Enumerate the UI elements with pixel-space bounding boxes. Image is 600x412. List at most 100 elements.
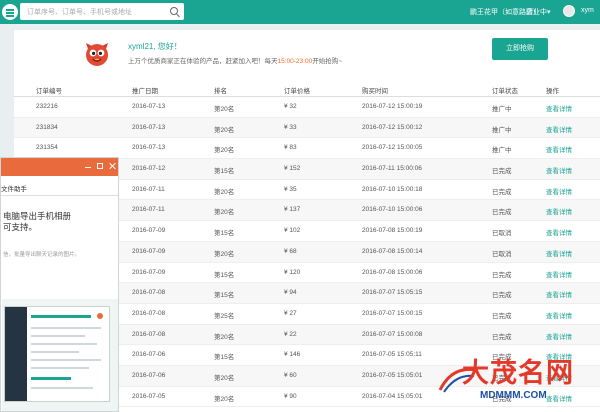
view-details-link[interactable]: 查看详情 (546, 289, 572, 299)
window-title: 文件助手 (1, 186, 27, 193)
menu-icon[interactable] (2, 4, 18, 20)
table-cell: 推广中 (492, 147, 512, 155)
table-cell: 2016-07-12 15:00:12 (362, 123, 423, 131)
table-cell: 2016-07-07 15:00:15 (362, 309, 423, 317)
table-cell: 231354 (36, 144, 58, 152)
table-cell: ¥ 60 (284, 371, 297, 379)
table-cell: 推广中 (492, 106, 512, 113)
table-cell: ¥ 146 (284, 351, 301, 359)
chevron-down-icon: ▾ (547, 9, 551, 16)
table-cell: 2016-07-08 (132, 289, 166, 297)
close-icon[interactable] (109, 163, 115, 169)
table-cell: 2016-07-08 15:00:19 (362, 227, 423, 235)
table-cell: 2016-07-13 (132, 103, 166, 110)
table-row: 231834 2016-07-13 第20名 ¥ 33 2016-07-12 15:00… (14, 117, 600, 139)
table-cell: 第20名 (214, 250, 235, 258)
column-header: 购买时间 (362, 88, 388, 95)
table-cell: 第20名 (214, 333, 235, 341)
table-header: 订单编号 推广日期 排名 订单价格 购买时间 订单状态 操作 (14, 82, 600, 97)
search-input[interactable]: 订单序号、订单号、手机号或地址 (20, 3, 184, 20)
view-details-link[interactable]: 查看详情 (546, 165, 572, 175)
table-cell: 2016-07-09 (132, 227, 166, 235)
table-cell: 第20名 (214, 374, 235, 382)
status-dropdown[interactable]: 营业中▾ (526, 7, 551, 17)
column-header: 操作 (546, 88, 559, 95)
table-cell: 2016-07-08 (132, 309, 166, 317)
table-cell: 2016-07-08 15:00:06 (362, 268, 423, 276)
table-cell: 推广中 (492, 126, 512, 134)
table-cell: 已完成 (492, 271, 512, 279)
table-cell: ¥ 35 (284, 185, 297, 193)
table-cell: 已完成 (492, 333, 512, 341)
watermark-url: MDMMM.COM (480, 390, 547, 401)
table-cell: 2016-07-07 15:05:15 (362, 289, 423, 297)
view-details-link[interactable]: 查看详情 (546, 227, 572, 237)
table-cell: 已完成 (492, 168, 512, 176)
table-cell: 2016-07-08 (132, 330, 166, 338)
table-row: 232216 2016-07-13 第20名 ¥ 32 2016-07-12 15:00… (14, 97, 600, 118)
view-details-link[interactable]: 查看详情 (546, 124, 572, 134)
avatar[interactable] (563, 5, 575, 17)
table-cell: ¥ 32 (284, 103, 297, 110)
window-titlebar[interactable] (1, 158, 118, 176)
table-cell: 已取消 (492, 250, 512, 258)
file-assistant-window[interactable]: 文件助手 电脑导出手机相册 可支持。 信，批量导出聊天记录的图片。 (0, 157, 119, 412)
view-details-link[interactable]: 查看详情 (546, 144, 572, 154)
table-cell: ¥ 120 (284, 268, 301, 276)
table-cell: 2016-07-11 (132, 206, 165, 214)
table-cell: 2016-07-12 (132, 165, 166, 173)
view-details-link[interactable]: 查看详情 (546, 269, 572, 279)
view-details-link[interactable]: 查看详情 (546, 248, 572, 258)
table-cell: ¥ 22 (284, 330, 297, 338)
table-cell: 第20名 (214, 106, 235, 113)
window-hint: 信，批量导出聊天记录的图片。 (3, 252, 81, 258)
table-cell: 第25名 (214, 312, 235, 320)
column-header: 排名 (214, 88, 227, 95)
view-details-link[interactable]: 查看详情 (546, 186, 572, 196)
status-label: 营业中 (526, 9, 547, 16)
view-details-link[interactable]: 查看详情 (546, 331, 572, 341)
table-row: 231354 2016-07-13 第20名 ¥ 83 2016-07-12 15:00… (14, 138, 600, 160)
username[interactable]: xym (581, 7, 594, 14)
table-cell: 第15名 (214, 292, 235, 300)
minimize-icon[interactable] (85, 163, 91, 168)
table-cell: 2016-07-04 15:05:01 (362, 392, 423, 400)
table-cell: 2016-07-07 15:00:08 (362, 330, 423, 338)
promo-time: 15:00-23:00 (277, 58, 313, 65)
table-cell: 第15名 (214, 354, 235, 362)
buy-now-button[interactable]: 立即抢购 (492, 38, 548, 60)
table-cell: ¥ 27 (284, 309, 297, 317)
table-cell: ¥ 90 (284, 392, 297, 400)
table-cell: 2016-07-13 (132, 123, 166, 131)
promo-text: 上万个优质商家正在体验的产品，赶紧加入吧！每天15:00-23:00开始抢购~ (128, 58, 342, 65)
search-icon[interactable] (170, 7, 178, 15)
table-cell: 231834 (36, 123, 58, 131)
table-cell: 已完成 (492, 188, 512, 196)
view-details-link[interactable]: 查看详情 (546, 206, 572, 216)
table-cell: ¥ 83 (284, 144, 297, 152)
table-cell: 2016-07-05 15:05:11 (362, 351, 422, 359)
table-cell: 已取消 (492, 230, 512, 238)
maximize-icon[interactable] (97, 163, 103, 169)
view-details-link[interactable]: 查看详情 (546, 310, 572, 320)
column-header: 订单价格 (284, 88, 310, 95)
table-cell: 第20名 (214, 147, 235, 155)
preview-screenshot (4, 306, 110, 402)
divider (1, 195, 118, 196)
table-cell: 2016-07-10 15:00:06 (362, 206, 423, 214)
table-cell: ¥ 68 (284, 247, 297, 255)
table-cell: 第15名 (214, 271, 235, 279)
view-details-link[interactable]: 查看详情 (546, 103, 572, 113)
table-cell: 2016-07-10 15:00:18 (362, 185, 423, 193)
table-cell: 第20名 (214, 126, 235, 134)
table-cell: 232216 (36, 103, 58, 110)
table-cell: ¥ 102 (284, 227, 301, 235)
top-bar: 订单序号、订单号、手机号或地址 鹏王花甲（如意路店） 营业中▾ xym (0, 0, 600, 24)
table-cell: 2016-07-12 15:00:05 (362, 144, 423, 152)
table-cell: 第20名 (214, 395, 235, 403)
greeting-text: xyml21, 您好！ (128, 42, 182, 51)
table-cell: 2016-07-06 (132, 371, 166, 379)
table-cell: 第15名 (214, 230, 235, 238)
table-cell: 第15名 (214, 168, 235, 176)
watermark-text: 大茂名网 (462, 358, 574, 388)
